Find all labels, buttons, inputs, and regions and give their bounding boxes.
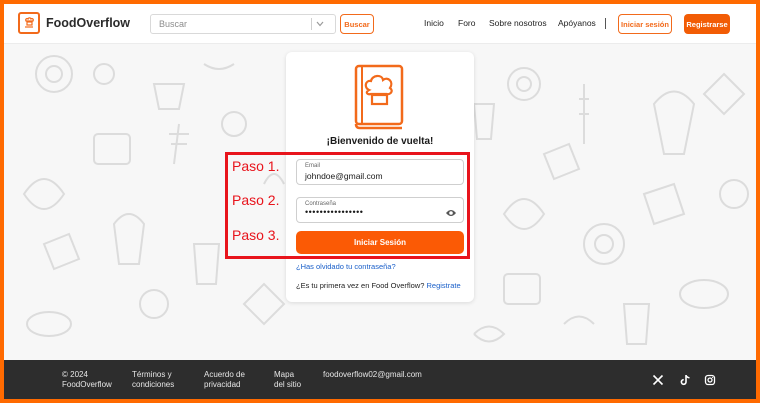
first-time-text: ¿Es tu primera vez en Food Overflow?	[296, 281, 425, 290]
password-value[interactable]: ••••••••••••••••	[305, 207, 363, 217]
submit-login-button[interactable]: Iniciar Sesión	[296, 231, 464, 254]
email-value[interactable]: johndoe@gmail.com	[305, 171, 383, 181]
footer-sitemap-link[interactable]: Mapa del sitio	[274, 370, 301, 389]
email-label: Email	[305, 163, 321, 169]
search-input[interactable]	[151, 15, 311, 33]
login-button[interactable]: Iniciar sesión	[618, 14, 672, 34]
step-2-label: Paso 2.	[232, 192, 280, 208]
welcome-heading: ¡Bienvenido de vuelta!	[326, 136, 434, 147]
step-3-label: Paso 3.	[232, 227, 280, 243]
footer-terms-link[interactable]: Términos y condiciones	[132, 370, 174, 389]
footer-privacy-link[interactable]: Acuerdo de privacidad	[204, 370, 245, 389]
footer-email[interactable]: foodoverflow02@gmail.com	[323, 370, 422, 380]
eye-icon[interactable]	[445, 205, 457, 223]
nav-divider	[605, 18, 606, 29]
register-button[interactable]: Registrarse	[684, 14, 730, 34]
nav-sobre-nosotros[interactable]: Sobre nosotros	[489, 18, 547, 28]
step-1-label: Paso 1.	[232, 158, 280, 174]
login-card: ¡Bienvenido de vuelta! Email johndoe@gma…	[286, 52, 474, 302]
forgot-password-link[interactable]: ¿Has olvidado tu contraseña?	[296, 262, 396, 271]
chevron-down-icon[interactable]	[312, 15, 328, 33]
x-icon[interactable]	[652, 373, 664, 386]
password-field[interactable]: Contraseña ••••••••••••••••	[296, 197, 464, 223]
nav-foro[interactable]: Foro	[458, 18, 475, 28]
footer: © 2024 FoodOverflow Términos y condicion…	[4, 360, 756, 399]
email-field[interactable]: Email johndoe@gmail.com	[296, 159, 464, 185]
nav-inicio[interactable]: Inicio	[424, 18, 444, 28]
register-link[interactable]: Registrate	[426, 281, 460, 290]
instagram-icon[interactable]	[704, 373, 716, 386]
footer-copyright: © 2024 FoodOverflow	[62, 370, 112, 389]
brand-name: FoodOverflow	[46, 16, 131, 30]
brand[interactable]: FoodOverflow	[18, 12, 130, 34]
nav-apoyanos[interactable]: Apóyanos	[558, 18, 596, 28]
top-navbar: FoodOverflow Buscar Inicio Foro Sobre no…	[4, 4, 756, 44]
cookbook-logo-icon	[18, 12, 40, 34]
app-window: FoodOverflow Buscar Inicio Foro Sobre no…	[4, 4, 756, 399]
tiktok-icon[interactable]	[679, 373, 691, 386]
cookbook-icon	[352, 64, 406, 135]
search-button[interactable]: Buscar	[340, 14, 374, 34]
search-box	[150, 14, 336, 34]
signup-prompt: ¿Es tu primera vez en Food Overflow? Reg…	[296, 281, 461, 290]
